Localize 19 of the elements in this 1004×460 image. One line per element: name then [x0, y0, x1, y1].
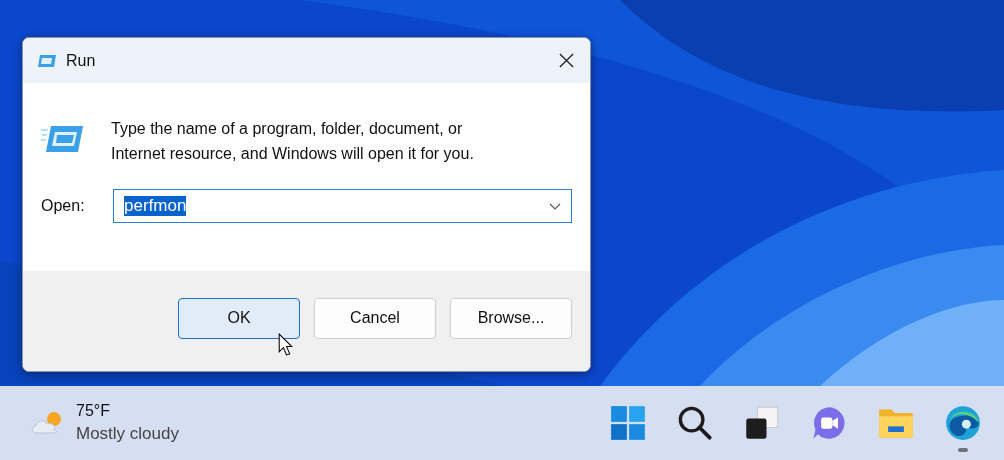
open-label: Open: [41, 197, 86, 215]
dialog-button[interactable]: Cancel [314, 297, 436, 339]
task-view-icon[interactable] [743, 405, 780, 441]
browser-icon[interactable] [944, 405, 981, 441]
window-title: Run [66, 51, 97, 70]
cursor-icon [278, 333, 293, 356]
input-text: perfmon [124, 196, 187, 216]
windows-logo-icon[interactable] [609, 405, 646, 441]
dialog-button[interactable]: Browse... [450, 297, 572, 339]
dialog-button[interactable]: OK [178, 297, 300, 339]
instruction-text: Type the name of a program, folder, document, or Internet resource, and Windows will open it for you. [111, 119, 475, 164]
search-icon[interactable] [676, 405, 713, 441]
close-icon[interactable] [559, 53, 574, 68]
chat-icon[interactable] [810, 405, 847, 441]
run-icon [37, 53, 57, 68]
weather-condition: Mostly cloudy [76, 424, 179, 444]
temperature-text: 75°F [76, 402, 111, 420]
open-combo-box[interactable]: perfmon [113, 189, 572, 223]
chevron-icon[interactable] [549, 202, 561, 210]
